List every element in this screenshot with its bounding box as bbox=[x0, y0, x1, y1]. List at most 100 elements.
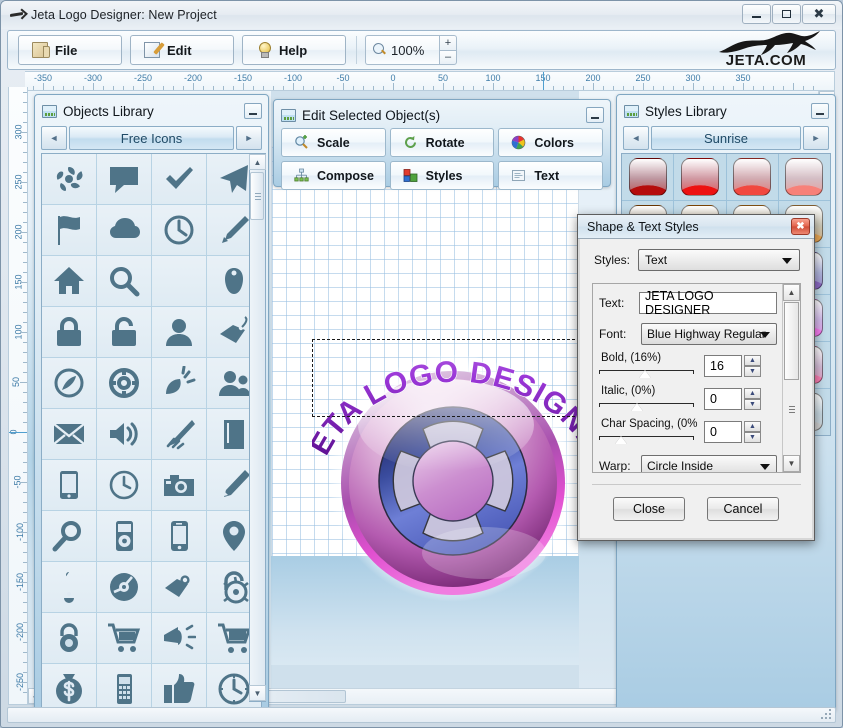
close-button[interactable]: ✖ bbox=[802, 4, 836, 24]
edit-button[interactable]: Edit bbox=[130, 35, 234, 65]
styles-selector-dropdown[interactable]: Text bbox=[638, 249, 800, 271]
char-spacing-spinner[interactable]: ▲ ▼ bbox=[744, 421, 761, 443]
resize-grip[interactable] bbox=[820, 708, 832, 720]
object-icon-cell[interactable] bbox=[152, 154, 206, 204]
object-icon-cell[interactable] bbox=[152, 205, 206, 255]
object-icon-cell[interactable] bbox=[97, 460, 151, 510]
object-icon-cell[interactable] bbox=[42, 409, 96, 459]
dialog-scroll-up-button[interactable]: ▲ bbox=[783, 284, 800, 301]
compose-button[interactable]: Compose bbox=[281, 161, 386, 190]
zoom-in-button[interactable]: + bbox=[439, 35, 457, 50]
object-icon-cell[interactable] bbox=[152, 358, 206, 408]
brand-logo[interactable]: JETA.COM bbox=[711, 30, 821, 69]
objects-scroll-up-button[interactable]: ▲ bbox=[249, 154, 266, 170]
dialog-cancel-button[interactable]: Cancel bbox=[707, 497, 779, 521]
char-spacing-value[interactable]: 0 bbox=[704, 421, 742, 443]
italic-value[interactable]: 0 bbox=[704, 388, 742, 410]
zoom-display[interactable]: 100% bbox=[365, 35, 439, 65]
object-icon-cell[interactable] bbox=[152, 613, 206, 663]
italic-spinner[interactable]: ▲ ▼ bbox=[744, 388, 761, 410]
styles-button[interactable]: Styles bbox=[389, 161, 495, 190]
rotate-button[interactable]: Rotate bbox=[389, 128, 495, 157]
char-spacing-slider[interactable]: Char Spacing, (0% bbox=[599, 418, 698, 445]
bold-spinner[interactable]: ▲ ▼ bbox=[744, 355, 761, 377]
maximize-button[interactable] bbox=[772, 4, 801, 24]
object-icon-cell[interactable] bbox=[42, 205, 96, 255]
objects-library-scrollbar[interactable]: ▲ ▼ bbox=[249, 153, 266, 702]
object-icon-cell[interactable] bbox=[152, 256, 206, 306]
objects-category-name[interactable]: Free Icons bbox=[69, 126, 234, 150]
vertical-ruler[interactable]: 300250200150100500-50-100-150-200-250-30… bbox=[8, 87, 28, 705]
dialog-close-action-button[interactable]: Close bbox=[613, 497, 685, 521]
style-swatch-cell[interactable] bbox=[622, 154, 674, 200]
warp-dropdown[interactable]: Circle Inside bbox=[641, 454, 777, 472]
object-icon-cell[interactable] bbox=[152, 307, 206, 357]
italic-spin-up[interactable]: ▲ bbox=[744, 388, 761, 399]
object-icon-cell[interactable] bbox=[97, 205, 151, 255]
bold-spin-down[interactable]: ▼ bbox=[744, 366, 761, 377]
style-swatch-cell[interactable] bbox=[726, 154, 778, 200]
object-icon-cell[interactable] bbox=[152, 460, 206, 510]
object-icon-cell[interactable] bbox=[97, 409, 151, 459]
help-button[interactable]: Help bbox=[242, 35, 346, 65]
object-icon-cell[interactable] bbox=[97, 154, 151, 204]
zoom-out-button[interactable]: – bbox=[439, 50, 457, 65]
scale-button[interactable]: Scale bbox=[281, 128, 386, 157]
text-input[interactable]: JETA LOGO DESIGNER bbox=[639, 289, 777, 317]
colors-button[interactable]: Colors bbox=[498, 128, 603, 157]
styles-library-minimize-button[interactable] bbox=[811, 103, 829, 119]
dialog-scroll-thumb[interactable] bbox=[784, 302, 799, 380]
object-icon-cell[interactable] bbox=[42, 460, 96, 510]
bold-value[interactable]: 16 bbox=[704, 355, 742, 377]
object-icon-cell[interactable] bbox=[42, 358, 96, 408]
styles-category-name[interactable]: Sunrise bbox=[651, 126, 801, 150]
dialog-scrollbar[interactable]: ▲ ▼ bbox=[782, 284, 800, 472]
object-icon-cell[interactable] bbox=[97, 256, 151, 306]
object-icon-cell[interactable] bbox=[42, 307, 96, 357]
char-spacing-spin-down[interactable]: ▼ bbox=[744, 432, 761, 443]
text-button[interactable]: Text bbox=[498, 161, 603, 190]
ruler-h-tick bbox=[303, 86, 304, 90]
object-icon-cell[interactable] bbox=[42, 562, 96, 612]
style-swatch-cell[interactable] bbox=[674, 154, 726, 200]
styles-prev-category-button[interactable]: ◄ bbox=[623, 126, 649, 150]
italic-slider[interactable]: Italic, (0%) bbox=[599, 385, 694, 412]
style-swatch-cell[interactable] bbox=[778, 154, 830, 200]
objects-next-category-button[interactable]: ► bbox=[236, 126, 262, 150]
objects-icon-grid[interactable] bbox=[41, 153, 262, 715]
char-spacing-slider-thumb[interactable] bbox=[615, 436, 627, 444]
object-icon-cell[interactable] bbox=[152, 409, 206, 459]
dialog-close-button[interactable]: ✖ bbox=[791, 218, 810, 235]
bold-spin-up[interactable]: ▲ bbox=[744, 355, 761, 366]
file-button[interactable]: File bbox=[18, 35, 122, 65]
object-icon-cell[interactable] bbox=[152, 562, 206, 612]
italic-slider-thumb[interactable] bbox=[631, 403, 643, 411]
objects-library-minimize-button[interactable] bbox=[244, 103, 262, 119]
object-icon-cell[interactable] bbox=[42, 613, 96, 663]
object-icon-cell[interactable] bbox=[97, 307, 151, 357]
objects-scroll-down-button[interactable]: ▼ bbox=[249, 685, 266, 701]
minimize-button[interactable] bbox=[742, 4, 771, 24]
dialog-scroll-down-button[interactable]: ▼ bbox=[783, 455, 800, 472]
object-icon-cell[interactable] bbox=[42, 511, 96, 561]
objects-scroll-thumb[interactable] bbox=[250, 172, 264, 220]
bold-slider-row: Bold, (16%) 16 ▲ ▼ bbox=[599, 352, 777, 379]
bold-slider-thumb[interactable] bbox=[639, 370, 651, 378]
styles-next-category-button[interactable]: ► bbox=[803, 126, 829, 150]
bold-slider[interactable]: Bold, (16%) bbox=[599, 352, 694, 379]
char-spacing-spin-up[interactable]: ▲ bbox=[744, 421, 761, 432]
horizontal-ruler[interactable]: -350-300-250-200-150-100-500501001502002… bbox=[25, 71, 835, 91]
ruler-h-label: 300 bbox=[685, 73, 701, 83]
objects-prev-category-button[interactable]: ◄ bbox=[41, 126, 67, 150]
font-dropdown[interactable]: Blue Highway Regular bbox=[641, 322, 777, 345]
object-icon-cell[interactable] bbox=[97, 562, 151, 612]
object-icon-cell[interactable] bbox=[97, 613, 151, 663]
selection-bounding-box[interactable] bbox=[312, 339, 590, 417]
edit-panel-minimize-button[interactable] bbox=[586, 107, 604, 123]
object-icon-cell[interactable] bbox=[42, 154, 96, 204]
object-icon-cell[interactable] bbox=[97, 511, 151, 561]
object-icon-cell[interactable] bbox=[97, 358, 151, 408]
object-icon-cell[interactable] bbox=[152, 511, 206, 561]
object-icon-cell[interactable] bbox=[42, 256, 96, 306]
italic-spin-down[interactable]: ▼ bbox=[744, 399, 761, 410]
